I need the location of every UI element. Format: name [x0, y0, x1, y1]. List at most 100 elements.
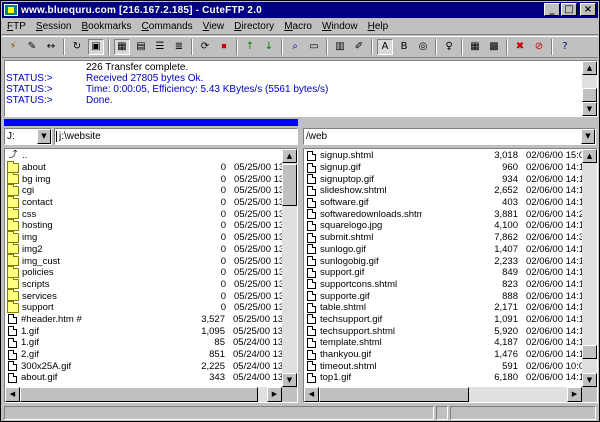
- file-row[interactable]: bg img 0 05/25/00 13:47: [6, 172, 282, 185]
- menu-macro[interactable]: Macro: [279, 21, 317, 32]
- list-view-icon[interactable]: ☰: [152, 39, 168, 55]
- file-row[interactable]: sunlogo.gif 1,407 02/06/00 14:1: [305, 244, 582, 256]
- ascii-mode-icon[interactable]: A: [377, 39, 393, 55]
- file-row[interactable]: about 0 05/25/00 13:47: [6, 160, 282, 174]
- file-row[interactable]: 1.gif 85 05/24/00 13:47: [6, 337, 282, 349]
- menu-bookmarks[interactable]: Bookmarks: [76, 21, 136, 32]
- file-row[interactable]: 300x25A.gif 2,225 05/24/00 13:47: [6, 360, 282, 372]
- menu-session[interactable]: Session: [31, 21, 77, 32]
- file-row[interactable]: techsupport.shtml 5,920 02/06/00 14:1: [305, 325, 582, 337]
- menu-window[interactable]: Window: [317, 21, 363, 32]
- local-vscroll-thumb[interactable]: [282, 164, 297, 206]
- file-row[interactable]: software.gif 403 02/06/00 14:1: [305, 197, 582, 209]
- abort-icon[interactable]: ⊘: [531, 39, 547, 55]
- file-row[interactable]: css 0 05/25/00 13:47: [6, 207, 282, 220]
- file-row[interactable]: squarelogo.jpg 4,100 02/06/00 14:1: [305, 220, 582, 232]
- file-row[interactable]: timeout.shtml 591 02/06/00 10:0: [305, 360, 582, 372]
- remote-hscroll-thumb[interactable]: [319, 387, 469, 402]
- file-row[interactable]: submit.shtml 7,862 02/06/00 14:3: [305, 232, 582, 244]
- refresh-icon[interactable]: ⟳: [197, 39, 213, 55]
- upload-icon[interactable]: ↑: [242, 39, 258, 55]
- file-row[interactable]: hosting 0 05/25/00 13:47: [6, 218, 282, 232]
- disconnect-icon[interactable]: ↔: [43, 39, 59, 55]
- scroll-up-arrow-icon[interactable]: ▲: [582, 149, 597, 163]
- maximize-button[interactable]: □: [561, 3, 577, 16]
- file-row[interactable]: contact 0 05/25/00 13:47: [6, 195, 282, 209]
- remote-horizontal-scrollbar[interactable]: ◀ ▶: [304, 387, 582, 402]
- grid-icon[interactable]: ▦: [467, 39, 483, 55]
- local-horizontal-scrollbar[interactable]: ◀ ▶: [5, 387, 282, 402]
- file-row[interactable]: about.gif 343 05/24/00 13:47: [6, 372, 282, 384]
- find-icon[interactable]: ⌕: [287, 39, 303, 55]
- file-row[interactable]: techsupport.gif 1,091 02/06/00 14:1: [305, 314, 582, 326]
- remote-vertical-scrollbar[interactable]: ▲ ▼: [582, 149, 597, 387]
- scroll-right-arrow-icon[interactable]: ▶: [267, 387, 282, 402]
- remote-vscroll-thumb[interactable]: [582, 345, 597, 359]
- local-file-list[interactable]: ⤴..about 0 05/25/00 13:47 bg img 0 05/25/00 1…: [4, 148, 298, 403]
- file-row[interactable]: slideshow.shtml 2,652 02/06/00 14:1: [305, 185, 582, 197]
- reconnect-icon[interactable]: ↻: [69, 39, 85, 55]
- app-icon[interactable]: [4, 4, 18, 16]
- scroll-down-arrow-icon[interactable]: ▼: [582, 373, 597, 387]
- file-row[interactable]: thankyou.gif 1,476 02/06/00 14:1: [305, 349, 582, 361]
- help-icon[interactable]: ?: [557, 39, 573, 55]
- quick-connect-icon[interactable]: ✎: [24, 39, 40, 55]
- chevron-down-icon[interactable]: ▼: [37, 128, 51, 144]
- file-row[interactable]: cgi 0 05/25/00 13:47: [6, 183, 282, 197]
- file-row[interactable]: policies 0 05/25/00 13:47: [6, 265, 282, 279]
- file-row[interactable]: support 0 05/25/00 13:47: [6, 300, 282, 314]
- file-row[interactable]: sunlogobig.gif 2,233 02/06/00 14:1: [305, 255, 582, 267]
- log-scrollbar[interactable]: ▲ ▼: [582, 61, 597, 116]
- drive-select[interactable]: J: ▼: [4, 127, 52, 145]
- file-row[interactable]: signup.shtml 3,018 02/06/00 15:01: [305, 150, 582, 162]
- auto-mode-icon[interactable]: ◎: [415, 39, 431, 55]
- file-row[interactable]: template.shtml 4,187 02/06/00 14:1: [305, 337, 582, 349]
- file-row[interactable]: signup.gif 960 02/06/00 14:1: [305, 162, 582, 174]
- download-icon[interactable]: ↓: [261, 39, 277, 55]
- file-row[interactable]: supporte.gif 888 02/06/00 14:1: [305, 290, 582, 302]
- local-path-input[interactable]: j:\website: [54, 127, 298, 145]
- file-row[interactable]: 2.gif 851 05/24/00 13:47: [6, 349, 282, 361]
- scroll-left-arrow-icon[interactable]: ◀: [304, 387, 319, 402]
- title-bar[interactable]: www.bluequru.com [216.167.2.185] - CuteF…: [2, 2, 598, 18]
- large-icons-icon[interactable]: ▦: [114, 39, 130, 55]
- grid2-icon[interactable]: ▩: [486, 39, 502, 55]
- file-row[interactable]: img_cust 0 05/25/00 13:47: [6, 254, 282, 267]
- menu-directory[interactable]: Directory: [229, 21, 279, 32]
- file-row[interactable]: img 0 05/25/00 13:47: [6, 230, 282, 244]
- delete-icon[interactable]: ✖: [512, 39, 528, 55]
- site-manager-icon[interactable]: ▣: [88, 39, 104, 55]
- menu-view[interactable]: View: [198, 21, 230, 32]
- stop-icon[interactable]: ⏹: [216, 39, 232, 55]
- file-row[interactable]: support.gif 849 02/06/00 14:1: [305, 267, 582, 279]
- file-row[interactable]: 1.gif 1,095 05/25/00 13:47: [6, 325, 282, 337]
- local-hscroll-thumb[interactable]: [20, 387, 258, 402]
- menu-commands[interactable]: Commands: [137, 21, 198, 32]
- remote-path-select[interactable]: /web ▼: [303, 127, 596, 145]
- file-row[interactable]: softwaredownloads.shtml 3,881 02/06/00 14:…: [305, 208, 582, 220]
- scroll-up-arrow-icon[interactable]: ▲: [282, 149, 297, 163]
- close-button[interactable]: ×: [580, 3, 596, 16]
- queue-icon[interactable]: ♀: [441, 39, 457, 55]
- menu-help[interactable]: Help: [363, 21, 394, 32]
- file-row[interactable]: scripts 0 05/25/00 13:47: [6, 277, 282, 291]
- view-file-icon[interactable]: ▭: [306, 39, 322, 55]
- menu-ftp[interactable]: FTP: [2, 21, 31, 32]
- details-view-icon[interactable]: ≣: [171, 39, 187, 55]
- file-row[interactable]: #header.htm # 3,527 05/25/00 13:47: [6, 314, 282, 326]
- file-row[interactable]: supportcons.shtml 823 02/06/00 14:1: [305, 279, 582, 291]
- file-row[interactable]: signuptop.gif 934 02/06/00 14:1: [305, 173, 582, 185]
- scroll-left-arrow-icon[interactable]: ◀: [5, 387, 20, 402]
- remote-file-list[interactable]: signup.shtml3,01802/06/00 15:01signup.gi…: [303, 148, 598, 403]
- connect-icon[interactable]: ⚡: [5, 39, 21, 55]
- scroll-down-arrow-icon[interactable]: ▼: [582, 102, 597, 116]
- scroll-up-arrow-icon[interactable]: ▲: [582, 61, 597, 75]
- log-scroll-thumb[interactable]: [582, 88, 597, 102]
- file-row[interactable]: ⤴..: [6, 150, 282, 162]
- properties-icon[interactable]: ▥: [332, 39, 348, 55]
- local-vertical-scrollbar[interactable]: ▲ ▼: [282, 149, 297, 387]
- small-icons-icon[interactable]: ▤: [133, 39, 149, 55]
- file-row[interactable]: table.shtml 2,171 02/06/00 14:1: [305, 302, 582, 314]
- file-row[interactable]: top1.gif 6,180 02/06/00 14:1: [305, 372, 582, 384]
- file-row[interactable]: img2 0 05/25/00 13:47: [6, 242, 282, 256]
